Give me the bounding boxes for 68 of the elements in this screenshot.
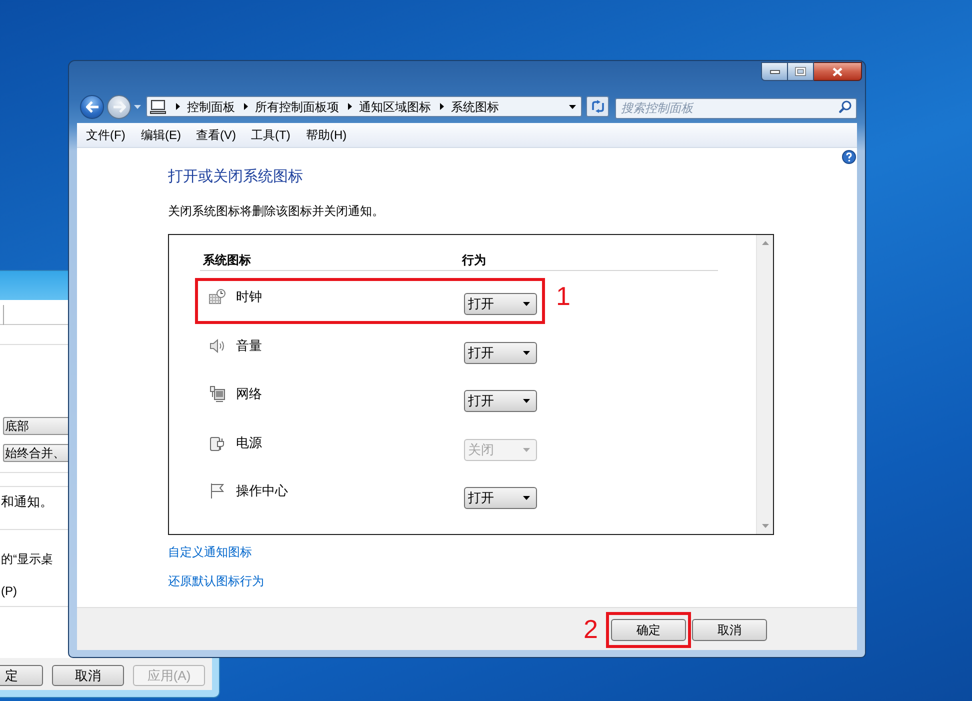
computer-icon xyxy=(150,100,166,114)
menu-item[interactable]: 帮助(H) xyxy=(299,127,354,143)
link[interactable]: 自定义通知图标 xyxy=(168,545,252,559)
search-icon[interactable] xyxy=(839,100,852,113)
close-icon xyxy=(832,66,843,76)
right-arrow-icon xyxy=(112,100,126,112)
text: 和通知。 xyxy=(1,495,53,509)
dialog-button[interactable]: 取消 xyxy=(52,665,124,686)
caret-right-icon xyxy=(176,103,180,110)
dropdown[interactable]: 底部 xyxy=(3,417,68,435)
maximize-button[interactable] xyxy=(788,62,814,81)
cancel-button[interactable]: 取消 xyxy=(692,619,767,641)
link[interactable]: 还原默认图标行为 xyxy=(168,574,264,588)
dropdown[interactable]: 打开 xyxy=(464,342,537,364)
close-button[interactable] xyxy=(814,62,862,81)
description: 关闭系统图标将删除该图标并关闭通知。 xyxy=(168,203,384,219)
computer-plug-icon xyxy=(209,386,226,402)
minimize-icon xyxy=(770,70,780,74)
dropdown[interactable]: 打开 xyxy=(464,487,537,509)
breadcrumb[interactable]: 控制面板 xyxy=(187,98,235,114)
caret-down-icon xyxy=(523,350,530,354)
refresh-icon xyxy=(590,100,604,113)
caret-right-icon xyxy=(348,103,352,110)
ok-button[interactable]: 确定 xyxy=(611,619,686,641)
menu-item[interactable]: 编辑(E) xyxy=(134,127,189,143)
caret-down-icon xyxy=(523,448,530,452)
item-label: 音量 xyxy=(236,338,262,354)
dropdown[interactable]: 打开 xyxy=(464,390,537,412)
breadcrumb[interactable]: 所有控制面板项 xyxy=(255,98,339,114)
text: (P) xyxy=(1,584,17,598)
battery-plug-icon xyxy=(209,434,226,450)
item-label: 操作中心 xyxy=(236,483,288,499)
dialog-button[interactable]: 定 xyxy=(0,665,43,686)
caret-right-icon xyxy=(440,103,444,110)
callout-number: 2 xyxy=(584,614,598,644)
maximize-icon xyxy=(795,67,806,76)
flag-icon xyxy=(209,483,226,499)
minimize-button[interactable] xyxy=(761,62,788,81)
dropdown[interactable]: 打开 xyxy=(464,293,537,315)
speaker-icon xyxy=(209,338,226,354)
caret-right-icon xyxy=(244,103,248,110)
menu-item[interactable]: 工具(T) xyxy=(244,127,299,143)
caret-down-icon xyxy=(523,496,530,500)
back-button[interactable] xyxy=(80,94,104,118)
left-arrow-icon xyxy=(86,100,98,112)
breadcrumb[interactable]: 系统图标 xyxy=(451,98,499,114)
menu-item[interactable]: 文件(F) xyxy=(79,127,134,143)
caret-down-icon xyxy=(569,104,576,108)
dropdown[interactable]: 始终合并、 xyxy=(3,444,68,462)
column-header: 系统图标 xyxy=(202,252,252,268)
help-icon[interactable] xyxy=(842,150,856,164)
text: 的“显示桌 xyxy=(1,552,53,566)
item-label: 时钟 xyxy=(236,289,262,305)
callout-number: 1 xyxy=(556,281,570,311)
column-header: 行为 xyxy=(462,252,486,268)
forward-button[interactable] xyxy=(107,94,131,118)
item-label: 网络 xyxy=(236,386,262,402)
address-bar[interactable]: 控制面板 所有控制面板项 通知区域图标 系统图标 xyxy=(146,96,582,117)
item-label: 电源 xyxy=(236,434,262,450)
caret-down-icon xyxy=(523,399,530,403)
heading: 打开或关闭系统图标 xyxy=(168,168,303,186)
calendar-clock-icon xyxy=(209,289,226,305)
search-field[interactable]: 搜索控制面板 xyxy=(615,98,857,118)
menu-item[interactable]: 查看(V) xyxy=(189,127,244,143)
caret-down-icon xyxy=(134,104,140,108)
refresh-button[interactable] xyxy=(586,96,609,117)
breadcrumb[interactable]: 通知区域图标 xyxy=(359,98,431,114)
caret-down-icon xyxy=(523,302,530,306)
